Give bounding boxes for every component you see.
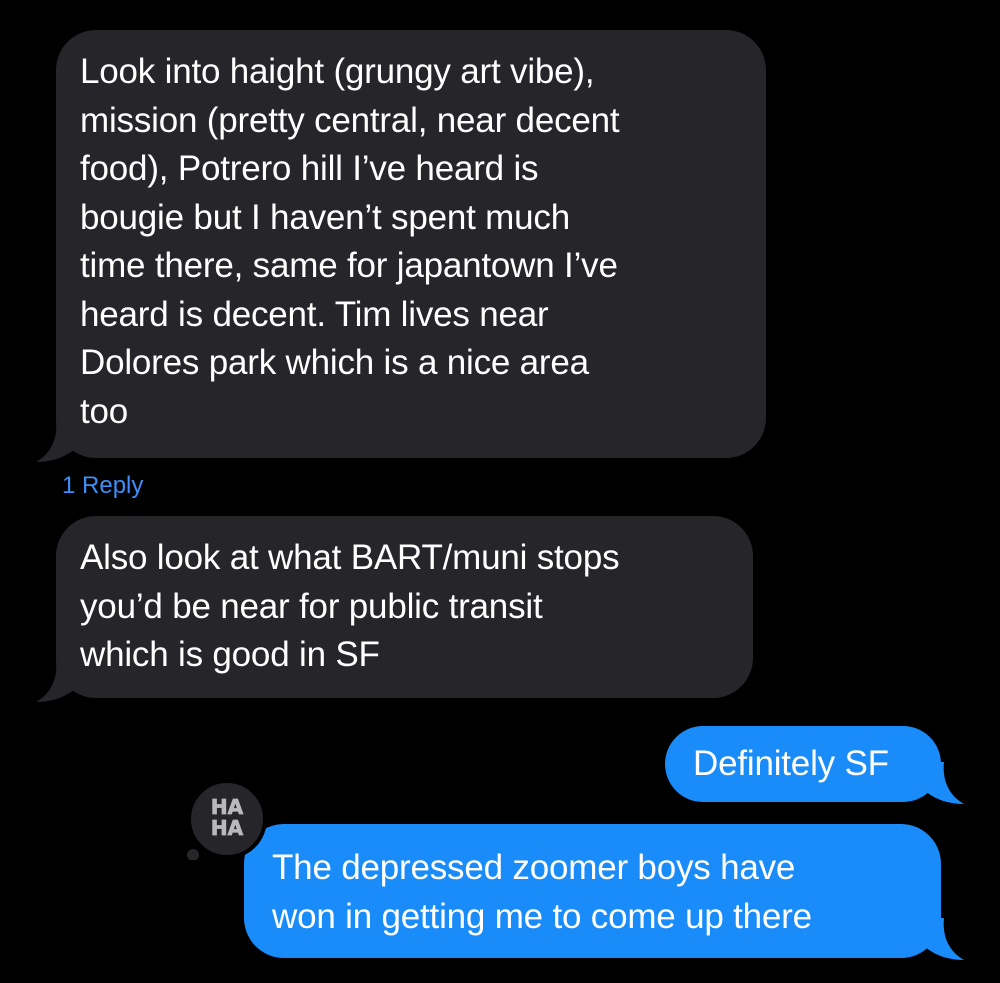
tapback-label-line-2: HA: [211, 816, 244, 840]
bubble-tail-icon: [922, 762, 964, 804]
outgoing-message-bubble[interactable]: The depressed zoomer boys have won in ge…: [244, 824, 941, 958]
message-text: Also look at what BART/muni stops you’d …: [80, 538, 620, 674]
bubble-tail-icon: [36, 660, 78, 702]
thread-reply-link[interactable]: 1 Reply: [62, 470, 143, 502]
incoming-message-bubble[interactable]: Also look at what BART/muni stops you’d …: [56, 516, 753, 698]
haha-tapback-icon[interactable]: HA HA: [186, 778, 268, 860]
outgoing-message-bubble[interactable]: Definitely SF: [665, 726, 941, 802]
message-text: The depressed zoomer boys have won in ge…: [272, 848, 812, 936]
message-text: Look into haight (grungy art vibe), miss…: [80, 52, 620, 431]
bubble-tail-icon: [922, 918, 964, 960]
bubble-tail-icon: [36, 420, 78, 462]
incoming-message-bubble[interactable]: Look into haight (grungy art vibe), miss…: [56, 30, 766, 458]
message-text: Definitely SF: [693, 744, 889, 783]
